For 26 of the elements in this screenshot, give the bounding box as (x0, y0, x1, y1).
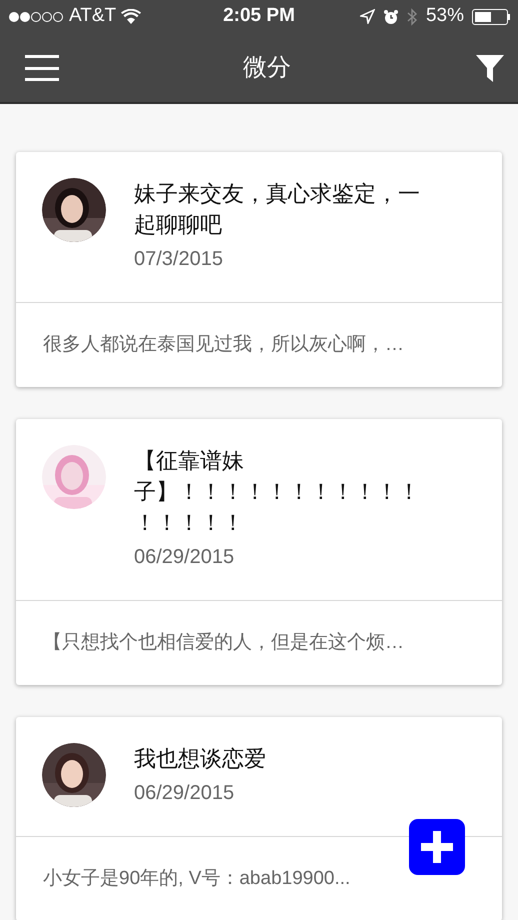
post-card[interactable]: 【征靠谱妹 子】！！！！！！！！！！！ ！！！！！ 06/29/2015 【只想找个也相信爱的人，但是在这个烦… (16, 419, 502, 685)
clock-time: 2:05 PM (222, 4, 296, 28)
post-date: 07/3/2015 (134, 247, 224, 272)
post-excerpt: 【只想找个也相信爱的人，但是在这个烦… (43, 630, 404, 655)
signal-icon (8, 10, 64, 22)
plus-icon (419, 829, 455, 865)
post-title: 我也想谈恋爱 (134, 745, 266, 773)
menu-button[interactable] (25, 55, 59, 81)
wifi-icon (121, 9, 142, 24)
carrier-label: AT&T (69, 4, 116, 28)
post-excerpt: 小女子是90年的, V号：abab19900... (43, 866, 350, 891)
post-card[interactable]: 妹子来交友，真心求鉴定，一 起聊聊吧 07/3/2015 很多人都说在泰国见过我，所以灰心啊，… (16, 152, 502, 387)
location-arrow-icon (360, 9, 375, 24)
post-title: 妹子来交友，真心求鉴定，一 起聊聊吧 (134, 180, 420, 239)
post-date: 06/29/2015 (134, 545, 236, 570)
alarm-clock-icon (382, 8, 399, 24)
filter-button[interactable] (475, 53, 505, 83)
post-excerpt: 很多人都说在泰国见过我，所以灰心啊，… (43, 332, 404, 357)
bluetooth-icon (406, 8, 418, 26)
page-title: 微分 (243, 53, 291, 83)
add-button[interactable] (409, 819, 465, 875)
post-card[interactable]: 我也想谈恋爱 06/29/2015 小女子是90年的, V号：abab19900... (16, 717, 502, 920)
battery-icon (472, 8, 510, 24)
battery-percentage: 53% (426, 4, 464, 28)
post-title: 【征靠谱妹 子】！！！！！！！！！！！ ！！！！！ (134, 447, 420, 537)
post-date: 06/29/2015 (134, 781, 236, 806)
